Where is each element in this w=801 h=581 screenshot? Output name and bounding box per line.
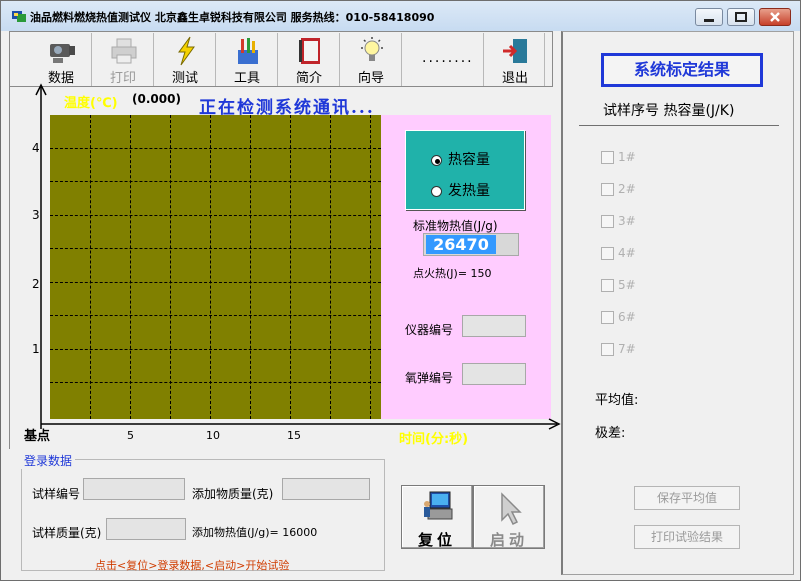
login-data-group	[21, 459, 385, 571]
sample-mass-input[interactable]	[106, 518, 186, 540]
start-label: 启动	[489, 531, 528, 549]
results-header: 试样序号 热容量(J/K)	[603, 103, 735, 119]
bomb-no-label: 氧弹编号	[405, 371, 454, 385]
radio-heat-release-label: 发热量	[448, 183, 490, 199]
std-heat-value: 26470	[426, 235, 496, 254]
temperature-readout: (0.000)	[132, 92, 181, 106]
maximize-icon	[735, 12, 747, 22]
checkbox-icon	[601, 311, 614, 324]
y-tick-label: 1	[32, 342, 40, 356]
checkbox-icon	[601, 343, 614, 356]
cursor-arrow-icon	[501, 492, 522, 526]
sample-no-label: 试样编号	[32, 487, 81, 501]
close-icon	[770, 12, 780, 22]
instruction-hint: 点击<复位>登录数据,<启动>开始试验	[95, 559, 290, 572]
status-message: 正在检测系统通讯...	[199, 98, 375, 118]
radio-heat-capacity-label: 热容量	[448, 152, 490, 168]
results-panel: 系统标定结果 试样序号 热容量(J/K) 1# 2# 3# 4# 5# 6# 7…	[561, 31, 794, 575]
camera-icon	[50, 44, 75, 63]
main-window: 油品燃料燃烧热值测试仪 北京鑫生卓锐科技有限公司 服务热线：010-584180…	[0, 0, 801, 581]
checkbox-icon	[601, 183, 614, 196]
sample-no-input[interactable]	[83, 478, 185, 500]
maximize-button[interactable]	[727, 8, 755, 26]
result-row-label: 4#	[618, 246, 636, 260]
minimize-icon	[704, 19, 714, 22]
title-bar: 油品燃料燃烧热值测试仪 北京鑫生卓锐科技有限公司 服务热线：010-584180…	[1, 1, 800, 31]
toolbar-tools-button[interactable]: 工具	[216, 33, 278, 86]
print-results-button[interactable]: 打印试验结果	[634, 525, 740, 549]
ignition-heat-label: 点火热(J)= 150	[413, 267, 492, 280]
std-heat-label: 标准物热值(J/g)	[413, 219, 498, 233]
toolbar-exit-button[interactable]: 退出	[483, 33, 545, 86]
toolbar-print-button[interactable]: 打印	[92, 33, 154, 86]
instrument-no-input[interactable]	[462, 315, 526, 337]
result-row-label: 2#	[618, 182, 636, 196]
start-button[interactable]: 启动	[473, 485, 545, 549]
radio-heat-capacity[interactable]: 热容量	[431, 149, 490, 169]
y-axis-label: 温度(℃)	[64, 96, 118, 111]
tools-icon	[238, 38, 258, 64]
results-divider	[579, 125, 779, 126]
toolbar-test-button[interactable]: 测试	[154, 33, 216, 86]
origin-label: 基点	[24, 429, 51, 444]
result-row-label: 5#	[618, 278, 636, 292]
x-tick-label: 5	[127, 429, 134, 442]
x-axis-label: 时间(分:秒)	[399, 432, 469, 447]
radio-selected-icon	[431, 154, 442, 166]
checkbox-icon	[601, 279, 614, 292]
radio-heat-release[interactable]: 发热量	[431, 180, 490, 200]
notebook-icon	[299, 38, 320, 64]
printer-icon	[111, 38, 137, 64]
heat-mode-group: 热容量 发热量	[405, 130, 525, 210]
std-heat-input[interactable]: 26470	[423, 233, 519, 256]
result-row-label: 6#	[618, 310, 636, 324]
reset-button[interactable]: 复位	[401, 485, 473, 549]
toolbar-data-button[interactable]: 数据	[30, 33, 92, 86]
additive-mass-label: 添加物质量(克)	[192, 487, 274, 501]
y-tick-label: 4	[32, 141, 40, 155]
sample-mass-label: 试样质量(克)	[32, 526, 102, 540]
checkbox-icon	[601, 151, 614, 164]
result-row-label: 3#	[618, 214, 636, 228]
average-label: 平均值:	[595, 393, 639, 408]
result-row-checkbox[interactable]: 7#	[601, 342, 636, 358]
lightbulb-icon	[361, 37, 383, 61]
x-tick-label: 10	[206, 429, 220, 442]
minimize-button[interactable]	[695, 8, 723, 26]
reset-label: 复位	[417, 531, 456, 549]
result-row-checkbox[interactable]: 1#	[601, 150, 636, 166]
y-tick-label: 3	[32, 208, 40, 222]
login-data-title: 登录数据	[21, 452, 76, 469]
app-icon	[12, 11, 26, 22]
additive-mass-input[interactable]	[282, 478, 370, 500]
instrument-no-label: 仪器编号	[405, 323, 454, 337]
result-row-checkbox[interactable]: 5#	[601, 278, 636, 294]
bomb-no-input[interactable]	[462, 363, 526, 385]
computer-user-icon	[424, 491, 453, 520]
save-average-button[interactable]: 保存平均值	[634, 486, 740, 510]
y-tick-label: 2	[32, 277, 40, 291]
client-area: 数据 打印 测试 工具 简介 向导 ........ 退出 温度(℃) (0.0…	[9, 31, 794, 575]
result-row-label: 7#	[618, 342, 636, 356]
toolbar: 数据 打印 测试 工具 简介 向导 ........ 退出	[9, 31, 553, 87]
close-button[interactable]	[759, 8, 791, 26]
checkbox-icon	[601, 215, 614, 228]
radio-unselected-icon	[431, 185, 442, 197]
toolbar-dots: ........	[422, 50, 474, 66]
lightning-icon	[178, 36, 195, 66]
window-title: 油品燃料燃烧热值测试仪 北京鑫生卓锐科技有限公司 服务热线：010-584180…	[30, 11, 435, 24]
additive-heat-label: 添加物热值(J/g)= 16000	[192, 526, 318, 539]
result-row-checkbox[interactable]: 6#	[601, 310, 636, 326]
result-row-checkbox[interactable]: 3#	[601, 214, 636, 230]
result-row-checkbox[interactable]: 4#	[601, 246, 636, 262]
exit-door-icon	[503, 39, 527, 63]
result-row-label: 1#	[618, 150, 636, 164]
results-title: 系统标定结果	[601, 53, 763, 87]
x-tick-label: 15	[287, 429, 301, 442]
range-label: 极差:	[595, 426, 626, 441]
toolbar-wizard-button[interactable]: 向导	[340, 33, 402, 86]
checkbox-icon	[601, 247, 614, 260]
result-row-checkbox[interactable]: 2#	[601, 182, 636, 198]
toolbar-intro-button[interactable]: 简介	[278, 33, 340, 86]
